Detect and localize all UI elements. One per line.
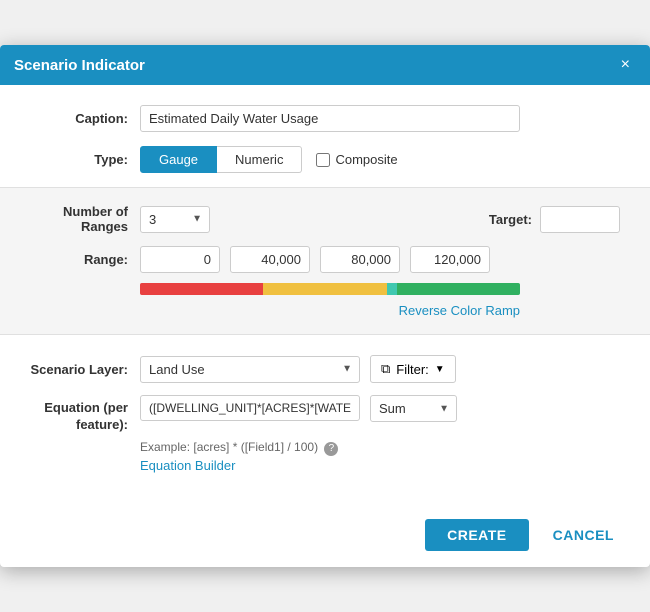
gauge-button[interactable]: Gauge: [140, 146, 217, 173]
equation-input[interactable]: [140, 395, 360, 421]
number-of-ranges-label: Number of Ranges: [30, 204, 140, 234]
cancel-button[interactable]: CANCEL: [537, 519, 630, 551]
range-input-2[interactable]: [320, 246, 400, 273]
ranges-select[interactable]: 3 2 4 5: [140, 206, 210, 233]
filter-stack-icon: ⧉: [381, 361, 390, 377]
dialog-title: Scenario Indicator: [14, 57, 145, 74]
range-label: Range:: [30, 252, 140, 267]
numeric-button[interactable]: Numeric: [217, 146, 302, 173]
color-segment-green: [397, 283, 520, 295]
dialog-footer: CREATE CANCEL: [0, 509, 650, 567]
reverse-link-row: Reverse Color Ramp: [140, 303, 520, 318]
color-segment-red: [140, 283, 263, 295]
target-input[interactable]: [540, 206, 620, 233]
sum-select[interactable]: Sum Average Min Max: [370, 395, 457, 422]
composite-label: Composite: [335, 152, 397, 167]
ranges-section: Number of Ranges 3 2 4 5 ▼ Target:: [0, 187, 650, 335]
range-input-1[interactable]: [230, 246, 310, 273]
caption-input[interactable]: [140, 105, 520, 132]
range-inputs: [140, 246, 490, 273]
sum-select-wrapper: Sum Average Min Max ▼: [370, 395, 457, 422]
composite-container: Composite: [316, 152, 397, 167]
color-segment-teal: [387, 283, 397, 295]
target-container: Target:: [489, 206, 620, 233]
filter-label: Filter:: [396, 362, 429, 377]
scenario-layer-select-wrapper: Land Use ▼: [140, 356, 360, 383]
create-button[interactable]: CREATE: [425, 519, 529, 551]
equation-row: Equation (per feature): Sum Average Min …: [30, 395, 620, 434]
scenario-indicator-dialog: Scenario Indicator × Caption: Type: Gaug…: [0, 45, 650, 567]
type-label: Type:: [30, 152, 140, 167]
reverse-color-ramp-link[interactable]: Reverse Color Ramp: [399, 303, 520, 318]
filter-button[interactable]: ⧉ Filter: ▼: [370, 355, 456, 383]
type-buttons: Gauge Numeric: [140, 146, 302, 173]
color-segment-yellow: [263, 283, 386, 295]
scenario-section: Scenario Layer: Land Use ▼ ⧉ Filter: ▼ E…: [30, 351, 620, 493]
caption-row: Caption:: [30, 105, 620, 132]
scenario-layer-row: Scenario Layer: Land Use ▼ ⧉ Filter: ▼: [30, 355, 620, 383]
equation-example-text: Example: [acres] * ([Field1] / 100): [140, 440, 318, 454]
equation-help: Example: [acres] * ([Field1] / 100) ?: [140, 440, 620, 456]
range-input-0[interactable]: [140, 246, 220, 273]
filter-arrow-icon: ▼: [435, 364, 445, 375]
composite-checkbox[interactable]: [316, 153, 330, 167]
ranges-select-wrapper: 3 2 4 5 ▼: [140, 206, 210, 233]
color-bar-container: [140, 283, 620, 295]
dialog-header: Scenario Indicator ×: [0, 45, 650, 85]
target-label: Target:: [489, 212, 532, 227]
help-icon[interactable]: ?: [324, 442, 338, 456]
equation-label: Equation (per feature):: [30, 395, 140, 434]
dialog-body: Caption: Type: Gauge Numeric Composite N…: [0, 85, 650, 509]
caption-label: Caption:: [30, 111, 140, 126]
scenario-layer-select[interactable]: Land Use: [140, 356, 360, 383]
range-row: Range:: [30, 246, 620, 273]
close-button[interactable]: ×: [615, 55, 636, 75]
color-bar: [140, 283, 520, 295]
type-row: Type: Gauge Numeric Composite: [30, 146, 620, 173]
range-input-3[interactable]: [410, 246, 490, 273]
scenario-layer-label: Scenario Layer:: [30, 362, 140, 377]
ranges-top-row: Number of Ranges 3 2 4 5 ▼ Target:: [30, 204, 620, 234]
equation-builder-link[interactable]: Equation Builder: [140, 458, 620, 473]
